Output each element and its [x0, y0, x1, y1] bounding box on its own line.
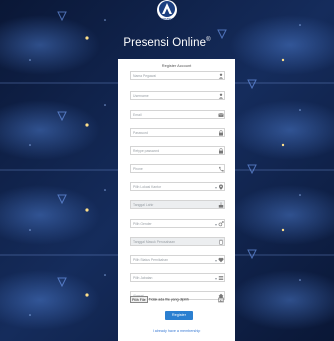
- status-pernikahan-select[interactable]: Pilih Status Pernikahan ▾: [130, 255, 225, 264]
- logo-text: ABSENSI: [161, 17, 172, 21]
- list-icon: [218, 275, 224, 280]
- tanggal-lahir-placeholder: Tanggal Lahir: [133, 202, 154, 207]
- register-card: Register Account Nama Pegawai Username E…: [118, 59, 235, 341]
- lock-icon: [219, 147, 223, 154]
- app-title-text: Presensi Online: [123, 37, 207, 49]
- gender-select[interactable]: Pilih Gender ▾: [130, 219, 225, 228]
- register-card-title: Register Account: [161, 63, 192, 68]
- tanggal-masuk-placeholder: Tanggal Masuk Perusahaan: [133, 239, 176, 244]
- tanggal-lahir-field[interactable]: Tanggal Lahir: [130, 200, 225, 209]
- file-upload: Pilih File Tidak ada file yang dipilih: [130, 296, 216, 304]
- lock-icon: [219, 129, 223, 136]
- register-button[interactable]: Register: [165, 311, 193, 320]
- nama-pegawai-placeholder: Nama Pegawai: [133, 73, 156, 78]
- file-status-text: Tidak ada file yang dipilih: [148, 297, 189, 302]
- retype-password-field[interactable]: Retype password: [130, 146, 225, 155]
- username-field[interactable]: Username: [130, 91, 225, 100]
- phone-icon: [219, 166, 224, 172]
- lokasi-kantor-placeholder: Pilih Lokasi Kantor: [133, 184, 162, 189]
- tanggal-masuk-field[interactable]: Tanggal Masuk Perusahaan: [130, 237, 225, 246]
- choose-file-button[interactable]: Pilih File: [130, 296, 148, 303]
- retype-password-placeholder: Retype password: [133, 148, 160, 153]
- email-field[interactable]: Email: [130, 110, 225, 119]
- phone-field[interactable]: Phone: [130, 164, 225, 173]
- status-pernikahan-placeholder: Pilih Status Pernikahan: [133, 257, 169, 262]
- password-placeholder: Password: [133, 130, 148, 135]
- membership-link[interactable]: I already have a membership: [118, 329, 235, 333]
- gender-icon: [218, 220, 224, 226]
- gender-placeholder: Pilih Gender: [133, 221, 152, 226]
- chevron-down-icon: ▾: [214, 275, 217, 281]
- absensi-logo: ABSENSI: [157, 0, 177, 21]
- chevron-down-icon: ▾: [214, 221, 217, 227]
- image-icon: [218, 297, 224, 302]
- lokasi-kantor-select[interactable]: Pilih Lokasi Kantor ▾: [130, 182, 225, 191]
- jabatan-select[interactable]: Pilih Jabatan ▾: [130, 273, 225, 282]
- chevron-down-icon: ▾: [214, 184, 217, 190]
- envelope-icon: [218, 112, 224, 117]
- password-field[interactable]: Password: [130, 128, 225, 137]
- calendar-icon: [219, 239, 223, 245]
- user-icon: [218, 93, 224, 99]
- app-title: Presensi Online®: [0, 37, 334, 49]
- email-placeholder: Email: [133, 112, 142, 117]
- map-marker-icon: [219, 184, 223, 190]
- birthday-cake-icon: [218, 201, 224, 208]
- nama-pegawai-field[interactable]: Nama Pegawai: [130, 71, 225, 80]
- username-placeholder: Username: [133, 93, 149, 98]
- jabatan-placeholder: Pilih Jabatan: [133, 275, 153, 280]
- chevron-down-icon: ▾: [214, 257, 217, 263]
- registered-mark: ®: [206, 37, 211, 44]
- user-icon: [218, 73, 224, 79]
- phone-placeholder: Phone: [133, 166, 143, 171]
- heart-icon: [218, 257, 224, 262]
